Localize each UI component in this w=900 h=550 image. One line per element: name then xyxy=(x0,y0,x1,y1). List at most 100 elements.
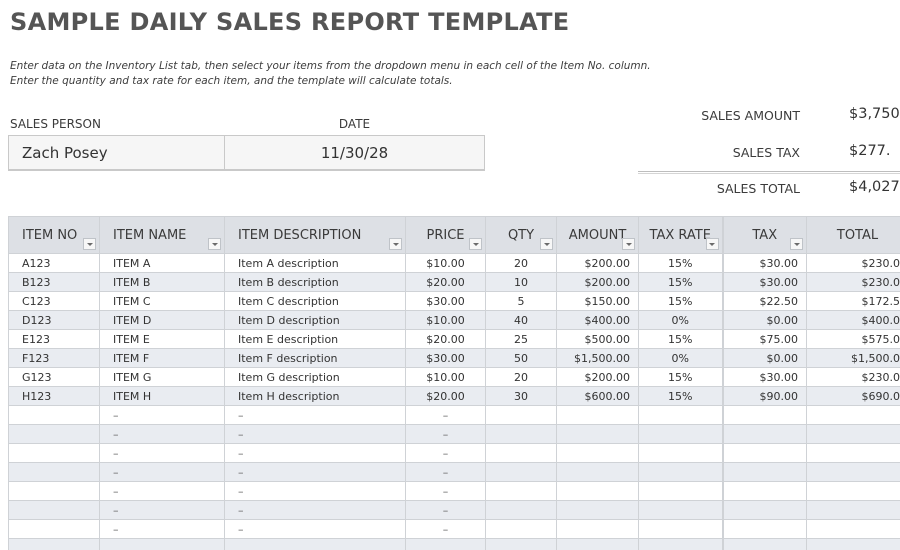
cell-amount[interactable] xyxy=(556,500,639,520)
cell-price[interactable]: – xyxy=(405,481,486,501)
cell-amount[interactable]: $600.00 xyxy=(556,386,639,406)
cell-item-description[interactable]: Item E description xyxy=(224,329,406,349)
cell-tax[interactable] xyxy=(721,500,807,520)
sales-amount-value[interactable]: $3,750. xyxy=(849,106,900,122)
cell-item-name[interactable]: – xyxy=(99,462,225,482)
cell-item-no[interactable]: G123 xyxy=(8,367,100,387)
cell-qty[interactable]: 20 xyxy=(485,253,557,273)
sales-total-value[interactable]: $4,027. xyxy=(849,179,900,195)
cell-item-name[interactable]: – xyxy=(99,500,225,520)
cell-tax[interactable]: $90.00 xyxy=(721,386,807,406)
cell-item-name[interactable]: ITEM B xyxy=(99,272,225,292)
column-header-total[interactable]: TOTAL xyxy=(806,216,900,254)
cell-item-no[interactable] xyxy=(8,462,100,482)
filter-dropdown-icon[interactable] xyxy=(540,238,553,250)
cell-item-description[interactable]: – xyxy=(224,500,406,520)
cell-tax[interactable]: $75.00 xyxy=(721,329,807,349)
cell-price[interactable]: $10.00 xyxy=(405,253,486,273)
cell-qty[interactable] xyxy=(485,462,557,482)
cell-item-description[interactable]: Item D description xyxy=(224,310,406,330)
cell-item-description[interactable]: – xyxy=(224,405,406,425)
cell-qty[interactable]: 30 xyxy=(485,386,557,406)
cell-total[interactable] xyxy=(806,443,900,463)
filter-dropdown-icon[interactable] xyxy=(622,238,635,250)
cell-amount[interactable]: $200.00 xyxy=(556,367,639,387)
cell-tax[interactable]: $30.00 xyxy=(721,253,807,273)
sales-tax-value[interactable]: $277. xyxy=(849,143,891,159)
cell-qty[interactable] xyxy=(485,424,557,444)
cell-item-description[interactable] xyxy=(224,538,406,550)
cell-tax[interactable]: $0.00 xyxy=(721,348,807,368)
cell-item-no[interactable]: H123 xyxy=(8,386,100,406)
cell-amount[interactable] xyxy=(556,443,639,463)
cell-item-no[interactable] xyxy=(8,443,100,463)
column-header-tax[interactable]: TAX xyxy=(721,216,807,254)
filter-dropdown-icon[interactable] xyxy=(790,238,803,250)
cell-price[interactable]: $20.00 xyxy=(405,386,486,406)
cell-item-description[interactable]: – xyxy=(224,462,406,482)
cell-amount[interactable] xyxy=(556,462,639,482)
cell-item-description[interactable]: Item B description xyxy=(224,272,406,292)
filter-dropdown-icon[interactable] xyxy=(469,238,482,250)
cell-amount[interactable]: $200.00 xyxy=(556,272,639,292)
cell-tax[interactable] xyxy=(721,481,807,501)
cell-tax-rate[interactable] xyxy=(638,424,723,444)
cell-total[interactable] xyxy=(806,538,900,550)
cell-item-no[interactable] xyxy=(8,405,100,425)
cell-total[interactable]: $1,500.0 xyxy=(806,348,900,368)
cell-amount[interactable]: $500.00 xyxy=(556,329,639,349)
cell-item-no[interactable] xyxy=(8,481,100,501)
cell-tax[interactable]: $0.00 xyxy=(721,310,807,330)
cell-tax-rate[interactable] xyxy=(638,538,723,550)
cell-item-description[interactable]: – xyxy=(224,481,406,501)
cell-price[interactable]: – xyxy=(405,424,486,444)
cell-qty[interactable] xyxy=(485,443,557,463)
cell-total[interactable]: $172.5 xyxy=(806,291,900,311)
cell-item-no[interactable] xyxy=(8,500,100,520)
filter-dropdown-icon[interactable] xyxy=(389,238,402,250)
cell-tax[interactable] xyxy=(721,538,807,550)
cell-price[interactable]: – xyxy=(405,462,486,482)
cell-qty[interactable]: 50 xyxy=(485,348,557,368)
cell-qty[interactable] xyxy=(485,500,557,520)
cell-qty[interactable] xyxy=(485,405,557,425)
cell-item-no[interactable] xyxy=(8,519,100,539)
column-header-price[interactable]: PRICE xyxy=(405,216,486,254)
cell-item-name[interactable]: ITEM C xyxy=(99,291,225,311)
cell-tax-rate[interactable]: 0% xyxy=(638,348,723,368)
cell-tax-rate[interactable]: 0% xyxy=(638,310,723,330)
cell-amount[interactable]: $400.00 xyxy=(556,310,639,330)
cell-tax[interactable] xyxy=(721,519,807,539)
filter-dropdown-icon[interactable] xyxy=(705,238,719,250)
cell-tax-rate[interactable]: 15% xyxy=(638,291,723,311)
column-header-amount[interactable]: AMOUNT xyxy=(556,216,639,254)
cell-total[interactable]: $690.0 xyxy=(806,386,900,406)
cell-item-name[interactable]: ITEM G xyxy=(99,367,225,387)
cell-item-name[interactable]: ITEM A xyxy=(99,253,225,273)
cell-item-no[interactable]: F123 xyxy=(8,348,100,368)
cell-item-no[interactable]: B123 xyxy=(8,272,100,292)
cell-price[interactable]: $30.00 xyxy=(405,291,486,311)
cell-item-name[interactable]: ITEM F xyxy=(99,348,225,368)
cell-item-no[interactable] xyxy=(8,424,100,444)
cell-qty[interactable]: 5 xyxy=(485,291,557,311)
cell-qty[interactable]: 40 xyxy=(485,310,557,330)
cell-total[interactable] xyxy=(806,462,900,482)
cell-tax[interactable]: $22.50 xyxy=(721,291,807,311)
cell-price[interactable]: $20.00 xyxy=(405,272,486,292)
cell-total[interactable]: $230.0 xyxy=(806,253,900,273)
date-field[interactable]: 11/30/28 xyxy=(225,136,484,169)
cell-price[interactable]: – xyxy=(405,519,486,539)
cell-qty[interactable]: 25 xyxy=(485,329,557,349)
cell-item-name[interactable]: – xyxy=(99,481,225,501)
cell-total[interactable]: $230.0 xyxy=(806,272,900,292)
cell-qty[interactable] xyxy=(485,519,557,539)
cell-tax-rate[interactable]: 15% xyxy=(638,272,723,292)
cell-amount[interactable]: $200.00 xyxy=(556,253,639,273)
cell-tax-rate[interactable]: 15% xyxy=(638,253,723,273)
cell-item-name[interactable]: ITEM E xyxy=(99,329,225,349)
cell-item-no[interactable]: C123 xyxy=(8,291,100,311)
cell-total[interactable] xyxy=(806,405,900,425)
cell-tax-rate[interactable] xyxy=(638,519,723,539)
cell-tax[interactable] xyxy=(721,443,807,463)
